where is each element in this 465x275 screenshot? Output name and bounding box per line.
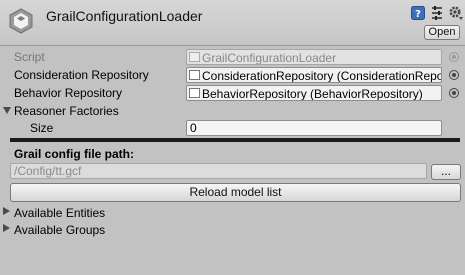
reload-model-list-button[interactable]: Reload model list <box>10 183 461 202</box>
size-row: Size 0 <box>0 119 465 137</box>
config-path-field: /Config/tt.gcf <box>10 163 427 179</box>
script-row: Script GrailConfigurationLoader <box>0 48 465 66</box>
inspector-header: GrailConfigurationLoader ? Open <box>0 0 465 46</box>
consideration-repository-field[interactable]: ConsiderationRepository (ConsiderationRe… <box>186 67 442 83</box>
behavior-repository-row: Behavior Repository BehaviorRepository (… <box>0 84 465 102</box>
available-entities-foldout[interactable]: Available Entities <box>0 204 465 222</box>
collapse-arrow-icon[interactable] <box>3 207 10 215</box>
unity-cube-icon <box>9 8 33 34</box>
browse-button[interactable]: ... <box>431 164 461 180</box>
open-button[interactable]: Open <box>424 25 460 40</box>
reasoner-factories-label: Reasoner Factories <box>14 104 119 118</box>
reasoner-factories-foldout[interactable]: Reasoner Factories <box>0 102 465 120</box>
gear-icon[interactable] <box>448 5 464 21</box>
script-label: Script <box>14 50 45 64</box>
available-entities-label: Available Entities <box>14 206 106 220</box>
behavior-repository-field[interactable]: BehaviorRepository (BehaviorRepository) <box>186 85 442 101</box>
size-input[interactable]: 0 <box>186 120 442 136</box>
size-label: Size <box>30 121 54 135</box>
available-groups-foldout[interactable]: Available Groups <box>0 221 465 239</box>
behavior-repository-picker-icon[interactable] <box>449 88 459 98</box>
svg-text:?: ? <box>415 9 421 20</box>
script-file-icon <box>189 52 200 62</box>
consideration-repository-picker-icon[interactable] <box>449 70 459 80</box>
available-groups-label: Available Groups <box>14 223 106 237</box>
behavior-repository-label: Behavior Repository <box>14 86 123 100</box>
object-icon <box>189 70 200 80</box>
collapse-arrow-icon[interactable] <box>3 224 10 232</box>
behavior-repository-value: BehaviorRepository (BehaviorRepository) <box>202 87 423 101</box>
consideration-repository-label: Consideration Repository <box>14 68 149 82</box>
consideration-repository-value: ConsiderationRepository (ConsiderationRe… <box>202 69 442 83</box>
config-path-heading-row: Grail config file path: <box>0 145 465 163</box>
help-icon[interactable]: ? <box>411 6 425 20</box>
expand-arrow-icon[interactable] <box>3 107 11 114</box>
script-value: GrailConfigurationLoader <box>202 51 337 65</box>
object-icon <box>189 88 200 98</box>
component-title: GrailConfigurationLoader <box>46 8 203 24</box>
script-field: GrailConfigurationLoader <box>186 49 442 65</box>
script-picker-icon <box>449 52 459 62</box>
config-path-label: Grail config file path: <box>14 147 135 161</box>
preset-icon[interactable] <box>430 6 444 20</box>
section-divider <box>10 138 460 142</box>
consideration-repository-row: Consideration Repository ConsiderationRe… <box>0 66 465 84</box>
